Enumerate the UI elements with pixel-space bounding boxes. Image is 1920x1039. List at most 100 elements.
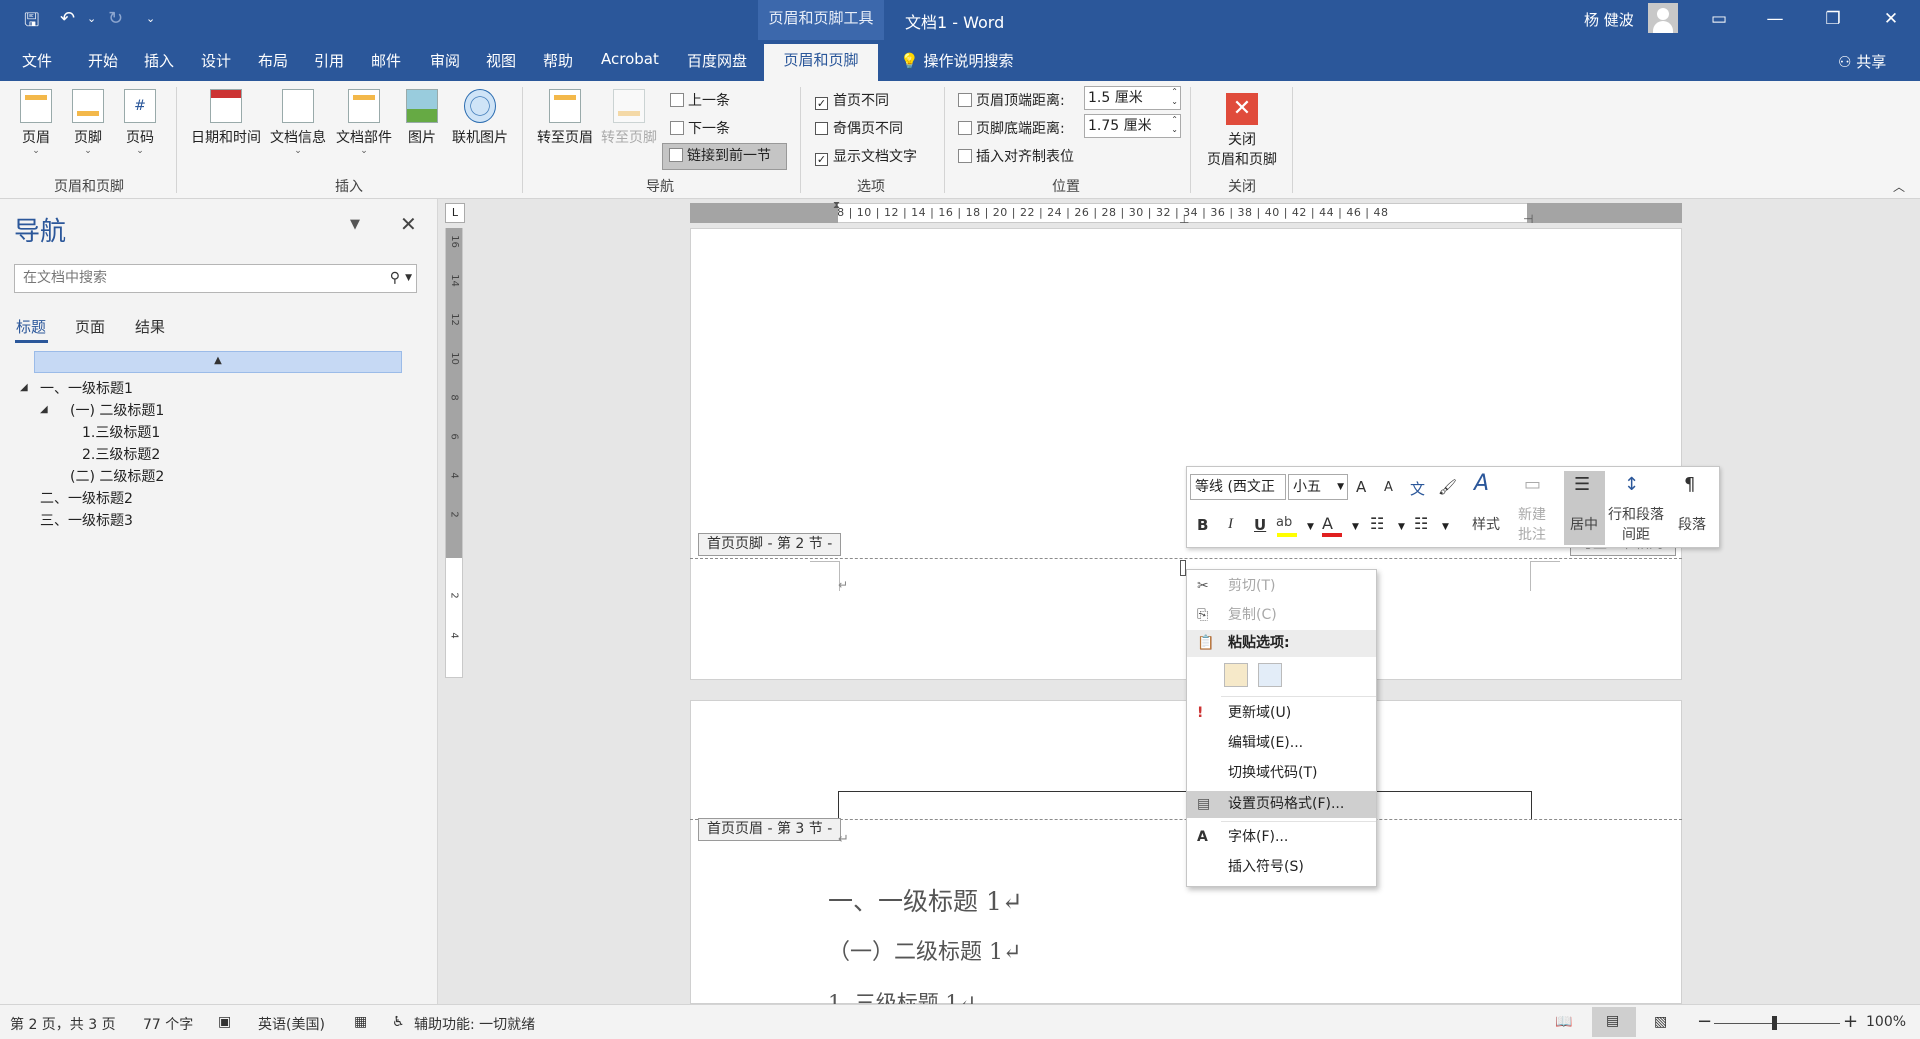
tab-design[interactable]: 设计 (201, 50, 231, 71)
online-pictures-button[interactable]: 联机图片 (448, 89, 512, 147)
menu-item-font[interactable]: A 字体(F)... (1187, 824, 1376, 851)
center-align-label[interactable]: 居中 (1570, 514, 1598, 534)
underline-button[interactable]: U (1254, 516, 1266, 534)
styles-icon[interactable]: A (1474, 471, 1489, 496)
line-spacing-label-1[interactable]: 行和段落 (1608, 504, 1664, 524)
goto-header-button[interactable]: 转至页眉 (534, 89, 596, 147)
undo-dropdown-icon[interactable]: ⌄ (87, 12, 96, 25)
tab-review[interactable]: 审阅 (430, 50, 460, 71)
spinner-arrows-icon[interactable]: ⌃ ⌄ (1171, 115, 1178, 135)
heading-3[interactable]: 1. 三级标题 1↵ (828, 987, 976, 1004)
paste-text-only-icon[interactable] (1258, 663, 1282, 687)
undo-icon[interactable]: ↶ (60, 8, 75, 29)
tab-header-footer[interactable]: 页眉和页脚 (764, 44, 878, 81)
show-document-text-checkbox[interactable]: ✓ 显示文档文字 (815, 146, 917, 166)
right-tab-stop-icon[interactable]: ⊣ (1523, 212, 1533, 226)
tab-insert[interactable]: 插入 (144, 50, 174, 71)
menu-item-copy[interactable]: ⎘ 复制(C) (1187, 602, 1376, 629)
line-spacing-label-2[interactable]: 间距 (1622, 524, 1650, 544)
accessibility-status[interactable]: 辅助功能: 一切就绪 (414, 1014, 535, 1034)
chevron-down-icon[interactable]: ▼ (1352, 522, 1359, 532)
picture-button[interactable]: 图片 (402, 89, 442, 147)
minimize-button[interactable]: — (1752, 6, 1798, 34)
paste-keep-formatting-icon[interactable] (1224, 663, 1248, 687)
tab-help[interactable]: 帮助 (543, 50, 573, 71)
header-top-distance-input[interactable]: 1.5 厘米 ⌃ ⌄ (1084, 86, 1181, 110)
zoom-slider-thumb[interactable] (1772, 1016, 1777, 1030)
font-color-button[interactable]: A (1322, 514, 1344, 537)
share-button[interactable]: ⚇ 共享 (1838, 51, 1886, 72)
font-size-input[interactable]: 小五 ▼ (1288, 474, 1348, 500)
close-window-button[interactable]: ✕ (1868, 6, 1914, 34)
different-odd-even-checkbox[interactable]: 奇偶页不同 (815, 118, 903, 138)
paragraph-icon[interactable]: ¶ (1684, 474, 1695, 495)
next-button[interactable]: 下一条 (670, 118, 730, 138)
nav-heading-item[interactable]: 2.三级标题2 (82, 444, 160, 464)
tab-selector[interactable]: L (445, 203, 465, 223)
tab-layout[interactable]: 布局 (258, 50, 288, 71)
read-mode-icon[interactable]: 📖 (1555, 1014, 1572, 1030)
avatar[interactable] (1648, 3, 1678, 33)
previous-button[interactable]: 上一条 (670, 90, 730, 110)
nav-heading-item[interactable]: 二、一级标题2 (40, 488, 133, 508)
menu-item-toggle-field-codes[interactable]: 切换域代码(T) (1187, 760, 1376, 787)
language[interactable]: 英语(美国) (258, 1014, 325, 1034)
save-icon[interactable]: 🖫 (24, 8, 39, 38)
nav-options-icon[interactable]: ▼ (350, 217, 360, 232)
chevron-down-icon[interactable]: ▼ (1398, 522, 1405, 532)
close-icon[interactable]: ✕ (400, 212, 417, 236)
menu-item-cut[interactable]: ✂ 剪切(T) (1187, 573, 1376, 600)
tab-headings[interactable]: 标题 (16, 316, 46, 337)
styles-label[interactable]: 样式 (1472, 514, 1500, 534)
header-button[interactable]: 页眉 ⌄ (14, 89, 58, 156)
collapse-triangle-icon[interactable]: ◢ (40, 404, 48, 415)
ribbon-display-options-icon[interactable]: ▭ (1696, 6, 1742, 34)
numbering-icon[interactable]: ☷ (1414, 514, 1428, 533)
bold-button[interactable]: B (1197, 516, 1208, 534)
macro-record-icon[interactable]: ▦ (354, 1014, 367, 1030)
center-tab-stop-icon[interactable]: ⊥ (1179, 212, 1189, 226)
font-name-input[interactable]: 等线 (西文正 (1190, 474, 1286, 500)
zoom-in-button[interactable]: + (1843, 1011, 1858, 1032)
heading-1[interactable]: 一、一级标题 1↵ (828, 882, 1023, 918)
chevron-down-icon[interactable]: ▼ (405, 265, 412, 292)
indent-marker-icon[interactable]: ⧗ (833, 200, 840, 211)
goto-footer-button[interactable]: 转至页脚 (598, 89, 660, 147)
footer-bottom-distance-input[interactable]: 1.75 厘米 ⌃ ⌄ (1084, 114, 1181, 138)
shrink-font-icon[interactable]: A (1384, 480, 1393, 495)
grow-font-icon[interactable]: A (1356, 478, 1366, 496)
highlight-button[interactable]: ab (1276, 514, 1302, 537)
nav-heading-item[interactable]: 1.三级标题1 (82, 422, 160, 442)
center-align-icon[interactable]: ☰ (1574, 474, 1590, 495)
tab-mailings[interactable]: 邮件 (371, 50, 401, 71)
zoom-slider[interactable] (1714, 1023, 1840, 1024)
menu-item-edit-field[interactable]: 编辑域(E)... (1187, 730, 1376, 757)
tab-baidu-netdisk[interactable]: 百度网盘 (687, 50, 747, 71)
paragraph-label[interactable]: 段落 (1678, 514, 1706, 534)
tab-file[interactable]: 文件 (22, 50, 52, 71)
heading-2[interactable]: （一）二级标题 1↵ (828, 934, 1021, 966)
quick-parts-button[interactable]: 文档部件 ⌄ (332, 89, 396, 156)
redo-icon[interactable]: ↻ (108, 8, 123, 29)
tab-pages[interactable]: 页面 (75, 316, 105, 337)
zoom-out-button[interactable]: − (1697, 1011, 1712, 1032)
spinner-arrows-icon[interactable]: ⌃ ⌄ (1171, 87, 1178, 107)
proofing-icon[interactable]: ▣ (218, 1014, 231, 1030)
tab-home[interactable]: 开始 (88, 50, 118, 71)
different-first-page-checkbox[interactable]: ✓ 首页不同 (815, 90, 889, 110)
tab-acrobat[interactable]: Acrobat (601, 50, 659, 68)
line-spacing-icon[interactable]: ↕ (1624, 474, 1639, 495)
phonetic-guide-icon[interactable]: 文 (1410, 478, 1425, 499)
collapse-ribbon-icon[interactable]: ︿ (1893, 178, 1905, 195)
nav-search-input[interactable]: 在文档中搜索 ⚲ ▼ (14, 264, 417, 293)
date-time-button[interactable]: 日期和时间 (186, 89, 266, 147)
customize-quick-access-icon[interactable]: ⌄ (146, 12, 155, 25)
page-number-button[interactable]: # 页码 ⌄ (118, 89, 162, 156)
nav-heading-item[interactable]: 三、一级标题3 (40, 510, 133, 530)
document-info-button[interactable]: 文档信息 ⌄ (266, 89, 330, 156)
page-count[interactable]: 第 2 页，共 3 页 (10, 1014, 116, 1034)
footer-button[interactable]: 页脚 ⌄ (66, 89, 110, 156)
nav-heading-item[interactable]: (一) 二级标题1 (70, 400, 164, 420)
chevron-down-icon[interactable]: ▼ (1307, 522, 1314, 532)
collapse-triangle-icon[interactable]: ◢ (20, 382, 28, 393)
